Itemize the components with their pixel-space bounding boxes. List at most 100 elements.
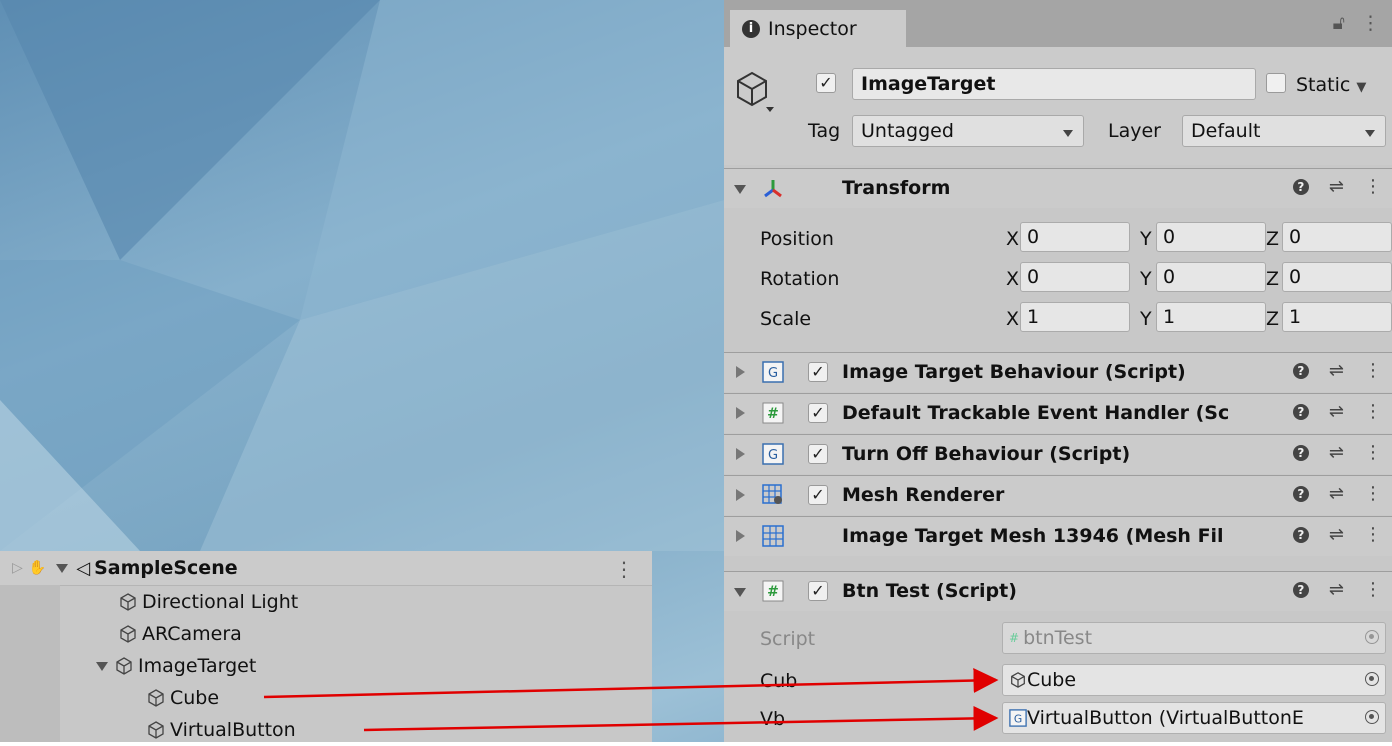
axis-y-label[interactable]: Y <box>1140 308 1152 330</box>
script-hash-icon: # <box>762 402 784 424</box>
component-menu-icon[interactable]: ⋮ <box>1364 176 1382 197</box>
axis-x-label[interactable]: X <box>1006 228 1019 250</box>
position-y-field[interactable]: 0 <box>1156 222 1266 252</box>
pickable-icon[interactable]: ✋ <box>29 560 46 576</box>
tab-menu-icon[interactable]: ⋮ <box>1361 12 1380 34</box>
presets-icon[interactable]: ⇌ <box>1329 360 1344 381</box>
object-picker-icon[interactable] <box>1365 710 1379 724</box>
info-icon: i <box>742 19 760 38</box>
axis-x-label[interactable]: X <box>1006 268 1019 290</box>
static-label[interactable]: Static ▼ <box>1296 74 1366 96</box>
component-header-mesh-filter[interactable]: Image Target Mesh 13946 (Mesh Fil ? ⇌ ⋮ <box>724 516 1392 556</box>
script-field: # btnTest <box>1002 622 1386 654</box>
presets-icon[interactable]: ⇌ <box>1329 442 1344 463</box>
mesh-renderer-icon <box>762 484 782 504</box>
help-icon[interactable]: ? <box>1292 179 1309 195</box>
gameobject-icon[interactable] <box>734 69 774 113</box>
enabled-checkbox[interactable]: ✓ <box>808 403 828 423</box>
enabled-checkbox[interactable]: ✓ <box>808 362 828 382</box>
static-dropdown-icon[interactable]: ▼ <box>1356 80 1366 95</box>
collapse-icon[interactable] <box>734 588 746 597</box>
csharp-script-icon: G <box>1009 709 1027 727</box>
axis-z-label[interactable]: Z <box>1266 228 1279 250</box>
component-header-default-trackable-event-handler[interactable]: # ✓ Default Trackable Event Handler (Sc … <box>724 393 1392 433</box>
presets-icon[interactable]: ⇌ <box>1329 579 1344 600</box>
expand-icon[interactable] <box>736 530 745 542</box>
hierarchy-item-virtualbutton[interactable]: VirtualButton <box>146 714 296 746</box>
component-actions: ? ⇌ ⋮ <box>1292 176 1382 197</box>
component-menu-icon[interactable]: ⋮ <box>1364 442 1382 463</box>
help-icon[interactable]: ? <box>1292 527 1309 543</box>
layer-dropdown[interactable]: Default <box>1182 115 1386 147</box>
component-actions: ? ⇌ ⋮ <box>1292 442 1382 463</box>
help-icon[interactable]: ? <box>1292 404 1309 420</box>
expand-icon[interactable] <box>96 661 108 671</box>
component-header-mesh-renderer[interactable]: ✓ Mesh Renderer ? ⇌ ⋮ <box>724 475 1392 515</box>
axis-y-label[interactable]: Y <box>1140 268 1152 290</box>
collapse-icon[interactable] <box>734 185 746 194</box>
component-actions: ? ⇌ ⋮ <box>1292 579 1382 600</box>
expand-icon[interactable] <box>736 448 745 460</box>
component-header-btn-test[interactable]: # ✓ Btn Test (Script) ? ⇌ ⋮ <box>724 571 1392 611</box>
tab-label: Inspector <box>768 17 857 40</box>
component-menu-icon[interactable]: ⋮ <box>1364 360 1382 381</box>
static-checkbox[interactable] <box>1266 73 1286 93</box>
component-header-turn-off-behaviour[interactable]: G ✓ Turn Off Behaviour (Script) ? ⇌ ⋮ <box>724 434 1392 474</box>
help-icon[interactable]: ? <box>1292 486 1309 502</box>
script-label: Script <box>760 628 816 650</box>
expand-icon[interactable] <box>736 407 745 419</box>
component-menu-icon[interactable]: ⋮ <box>1364 483 1382 504</box>
hierarchy-item-directional-light[interactable]: Directional Light <box>118 586 298 618</box>
component-menu-icon[interactable]: ⋮ <box>1364 524 1382 545</box>
hierarchy-item-arcamera[interactable]: ARCamera <box>118 618 242 650</box>
axis-x-label[interactable]: X <box>1006 308 1019 330</box>
rotation-z-field[interactable]: 0 <box>1282 262 1392 292</box>
axis-z-label[interactable]: Z <box>1266 308 1279 330</box>
rotation-y-field[interactable]: 0 <box>1156 262 1266 292</box>
tag-dropdown[interactable]: Untagged <box>852 115 1084 147</box>
axis-z-label[interactable]: Z <box>1266 268 1279 290</box>
help-icon[interactable]: ? <box>1292 445 1309 461</box>
vb-object-field[interactable]: G VirtualButton (VirtualButtonE <box>1002 702 1386 734</box>
tag-label: Tag <box>808 120 841 142</box>
cub-object-field[interactable]: Cube <box>1002 664 1386 696</box>
expand-scene-icon[interactable] <box>56 563 69 573</box>
hierarchy-item-cube[interactable]: Cube <box>146 682 219 714</box>
object-name-field[interactable]: ImageTarget <box>852 68 1256 100</box>
help-icon[interactable]: ? <box>1292 582 1309 598</box>
scale-y-field[interactable]: 1 <box>1156 302 1266 332</box>
position-x-field[interactable]: 0 <box>1020 222 1130 252</box>
active-checkbox[interactable]: ✓ <box>816 73 836 93</box>
enabled-checkbox[interactable]: ✓ <box>808 485 828 505</box>
enabled-checkbox[interactable]: ✓ <box>808 444 828 464</box>
visibility-icon[interactable]: ▷ <box>12 560 23 576</box>
presets-icon[interactable]: ⇌ <box>1329 176 1344 197</box>
presets-icon[interactable]: ⇌ <box>1329 401 1344 422</box>
presets-icon[interactable]: ⇌ <box>1329 524 1344 545</box>
lock-icon[interactable]: 🔓︎ <box>1333 12 1345 34</box>
presets-icon[interactable]: ⇌ <box>1329 483 1344 504</box>
object-picker-icon[interactable] <box>1365 672 1379 686</box>
hierarchy-item-label: Cube <box>170 687 220 709</box>
scale-z-field[interactable]: 1 <box>1282 302 1392 332</box>
hierarchy-scene-row[interactable]: ▷ ✋ ◁ SampleScene ⋮ <box>0 551 652 586</box>
tab-inspector[interactable]: i Inspector <box>730 10 906 47</box>
inspector-panel: i Inspector 🔓︎ ⋮ ✓ ImageTarget Static ▼ … <box>724 0 1392 742</box>
scene-menu-icon[interactable]: ⋮ <box>614 557 634 581</box>
component-actions: ? ⇌ ⋮ <box>1292 360 1382 381</box>
position-z-field[interactable]: 0 <box>1282 222 1392 252</box>
expand-icon[interactable] <box>736 366 745 378</box>
component-menu-icon[interactable]: ⋮ <box>1364 579 1382 600</box>
component-header-image-target-behaviour[interactable]: G ✓ Image Target Behaviour (Script) ? ⇌ … <box>724 352 1392 392</box>
hierarchy-item-imagetarget[interactable]: ImageTarget <box>96 650 256 682</box>
component-menu-icon[interactable]: ⋮ <box>1364 401 1382 422</box>
component-header-transform[interactable]: Transform ? ⇌ ⋮ <box>724 168 1392 208</box>
help-icon[interactable]: ? <box>1292 363 1309 379</box>
expand-icon[interactable] <box>736 489 745 501</box>
rotation-x-field[interactable]: 0 <box>1020 262 1130 292</box>
cub-value: Cube <box>1027 669 1077 691</box>
enabled-checkbox[interactable]: ✓ <box>808 581 828 601</box>
component-title: Image Target Mesh 13946 (Mesh Fil <box>842 525 1224 547</box>
axis-y-label[interactable]: Y <box>1140 228 1152 250</box>
scale-x-field[interactable]: 1 <box>1020 302 1130 332</box>
